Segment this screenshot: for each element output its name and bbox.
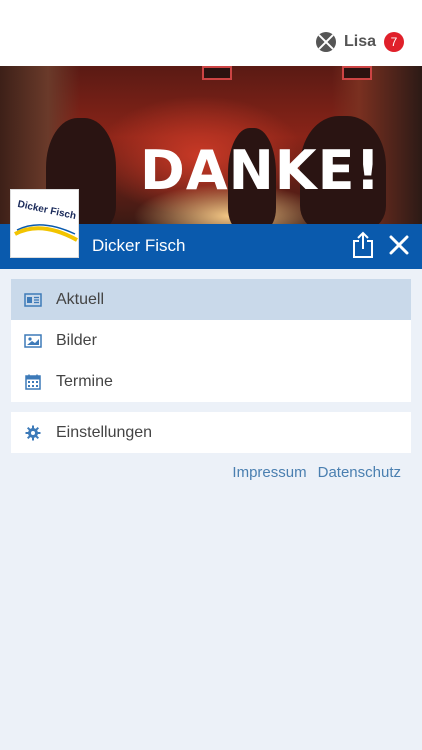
close-button[interactable] bbox=[388, 234, 410, 256]
image-icon bbox=[24, 333, 42, 349]
site-title: Dicker Fisch bbox=[92, 236, 186, 255]
menu-item-einstellungen[interactable]: Einstellungen bbox=[11, 412, 411, 453]
menu-item-label: Aktuell bbox=[56, 290, 105, 308]
main-menu: Aktuell Bilder Termine bbox=[11, 279, 411, 402]
calendar-icon bbox=[24, 374, 42, 390]
news-icon bbox=[24, 292, 42, 308]
share-icon bbox=[353, 231, 373, 258]
user-logo-icon bbox=[315, 32, 336, 52]
menu-item-termine[interactable]: Termine bbox=[11, 361, 411, 402]
menu-item-aktuell[interactable]: Aktuell bbox=[11, 279, 411, 320]
user-menu[interactable]: Lisa 7 bbox=[315, 32, 404, 52]
menu-item-bilder[interactable]: Bilder bbox=[11, 320, 411, 361]
footer-links: Impressum Datenschutz bbox=[232, 464, 401, 481]
datenschutz-link[interactable]: Datenschutz bbox=[318, 464, 401, 481]
notification-badge[interactable]: 7 bbox=[384, 32, 404, 52]
impressum-link[interactable]: Impressum bbox=[232, 464, 306, 481]
menu-item-label: Bilder bbox=[56, 331, 97, 349]
settings-menu: Einstellungen bbox=[11, 412, 411, 453]
top-bar: Lisa 7 bbox=[0, 0, 422, 66]
menu-item-label: Einstellungen bbox=[56, 423, 153, 441]
gear-icon bbox=[24, 425, 42, 441]
site-logo: Dicker Fisch bbox=[10, 189, 79, 258]
menu-item-label: Termine bbox=[56, 372, 113, 390]
hero-picture-frame bbox=[342, 66, 372, 80]
close-icon bbox=[389, 235, 409, 255]
hero-caption: DANKE! bbox=[140, 139, 382, 202]
user-name: Lisa bbox=[343, 33, 376, 50]
share-button[interactable] bbox=[352, 231, 374, 259]
hero-picture-frame bbox=[202, 66, 232, 80]
